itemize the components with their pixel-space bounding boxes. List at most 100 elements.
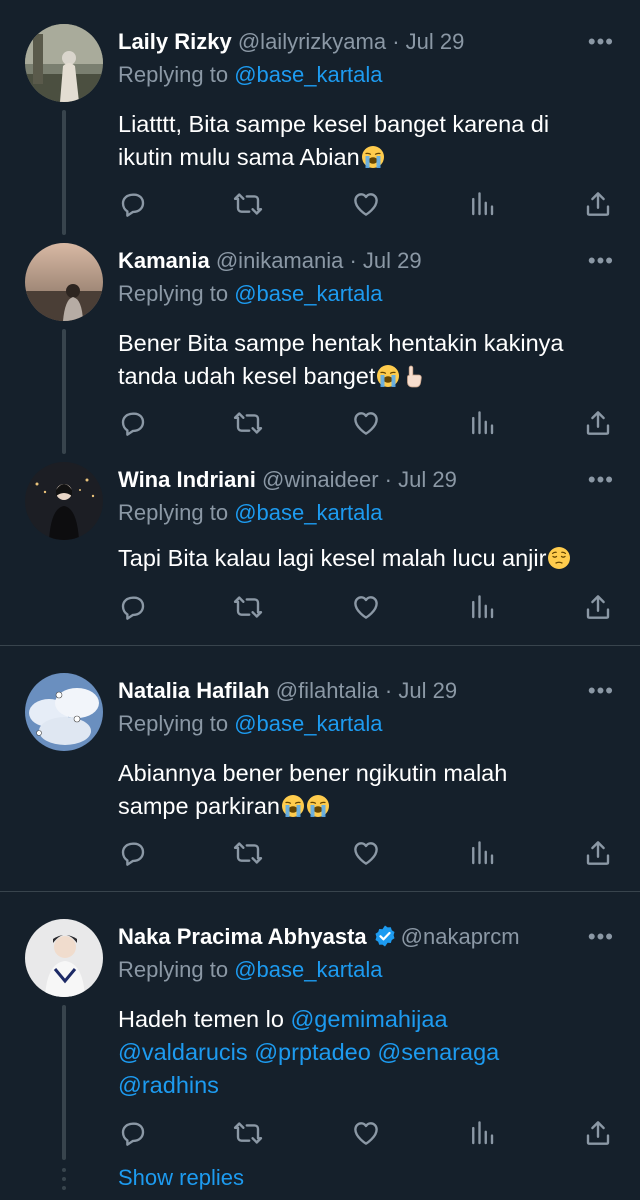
tweet-text-line: Abiannya bener bener ngikutin malah [118,760,508,786]
display-name[interactable]: Natalia Hafilah [118,678,270,703]
analytics-icon[interactable] [467,592,497,622]
tweet-text-line: ikutin mulu sama Abian [118,144,360,170]
reply-icon[interactable] [118,838,148,868]
more-options-icon[interactable]: ••• [588,919,614,955]
more-options-icon[interactable]: ••• [588,462,614,498]
display-name[interactable]: Naka Pracima Abhyasta [118,924,367,949]
replying-prefix: Replying to [118,957,229,982]
mention-link[interactable]: @gemimahijaa [290,1006,447,1032]
analytics-icon[interactable] [467,838,497,868]
loudly-crying-face-icon [376,364,400,388]
tweet-date[interactable]: Jul 29 [406,29,465,54]
avatar[interactable] [25,243,103,321]
thread-line [62,329,66,454]
user-handle[interactable]: @winaideer [262,467,379,492]
action-bar [118,1118,618,1148]
tweet-text-line: @radhins [118,1069,618,1102]
separator-dot: · [384,678,393,703]
tweet-text-prefix: Hadeh temen lo [118,1006,284,1032]
analytics-icon[interactable] [467,1118,497,1148]
loudly-crying-face-icon [281,794,305,818]
reply-icon[interactable] [118,408,148,438]
analytics-icon[interactable] [467,408,497,438]
user-handle[interactable]: @inikamania [216,248,344,273]
tweet-date[interactable]: Jul 29 [398,678,457,703]
retweet-icon[interactable] [233,1118,263,1148]
replying-mention[interactable]: @base_kartala [234,711,382,736]
replying-prefix: Replying to [118,500,229,525]
tweet-text-line: Bener Bita sampe hentak hentakin kakinya [118,330,564,356]
avatar[interactable] [25,673,103,751]
tweet-date[interactable]: Jul 29 [398,467,457,492]
action-bar [118,838,618,868]
divider [0,645,640,646]
replying-mention[interactable]: @base_kartala [234,281,382,306]
like-icon[interactable] [351,592,381,622]
display-name[interactable]: Wina Indriani [118,467,256,492]
share-icon[interactable] [583,592,613,622]
tweet-header: Laily Rizky @lailyrizkyama · Jul 29 [118,24,464,60]
tweet-text-line-with-emoji: Tapi Bita kalau lagi kesel malah lucu an… [118,542,618,575]
tweet-header: Naka Pracima Abhyasta @nakaprcm [118,919,520,955]
loudly-crying-face-icon [306,794,330,818]
mention-link[interactable]: @senaraga [377,1039,499,1065]
tweet-date[interactable]: Jul 29 [363,248,422,273]
retweet-icon[interactable] [233,408,263,438]
like-icon[interactable] [351,408,381,438]
like-icon[interactable] [351,189,381,219]
backhand-index-pointing-up-icon [401,364,425,388]
like-icon[interactable] [351,838,381,868]
mention-link[interactable]: @prptadeo [254,1039,371,1065]
user-handle[interactable]: @lailyrizkyama [238,29,386,54]
reply-icon[interactable] [118,592,148,622]
separator-dot: · [392,29,400,54]
tweet-header: Kamania @inikamania · Jul 29 [118,243,422,279]
tweet-text-line-with-emoji: ikutin mulu sama Abian [118,141,618,174]
reply-icon[interactable] [118,189,148,219]
reply-icon[interactable] [118,1118,148,1148]
tweet-text-line: @valdarucis @prptadeo @senaraga [118,1036,618,1069]
tweet-text: Abiannya bener bener ngikutin malah samp… [118,757,618,823]
retweet-icon[interactable] [233,189,263,219]
share-icon[interactable] [583,189,613,219]
replying-prefix: Replying to [118,711,229,736]
more-options-icon[interactable]: ••• [588,243,614,279]
replying-mention[interactable]: @base_kartala [234,500,382,525]
loudly-crying-face-icon [361,145,385,169]
like-icon[interactable] [351,1118,381,1148]
replying-to: Replying to @base_kartala [118,957,383,983]
display-name[interactable]: Laily Rizky [118,29,232,54]
tweet-text: Liatttt, Bita sampe kesel banget karena … [118,108,618,174]
replying-prefix: Replying to [118,281,229,306]
display-name[interactable]: Kamania [118,248,210,273]
show-replies-link[interactable]: Show replies [118,1165,244,1191]
avatar[interactable] [25,919,103,997]
tweet-header: Wina Indriani @winaideer · Jul 29 [118,462,457,498]
share-icon[interactable] [583,408,613,438]
user-handle[interactable]: @filahtalia [276,678,379,703]
avatar[interactable] [25,24,103,102]
replying-to: Replying to @base_kartala [118,281,383,307]
mention-link[interactable]: @valdarucis [118,1039,248,1065]
tweet-text: Hadeh temen lo @gemimahijaa @valdarucis … [118,1003,618,1102]
share-icon[interactable] [583,1118,613,1148]
action-bar [118,592,618,622]
tweet-text-line: tanda udah kesel banget [118,363,376,389]
action-bar [118,189,618,219]
replying-to: Replying to @base_kartala [118,62,383,88]
analytics-icon[interactable] [467,189,497,219]
tweet-text-line: sampe parkiran [118,793,280,819]
tweet-text: Bener Bita sampe hentak hentakin kakinya… [118,327,618,393]
avatar[interactable] [25,462,103,540]
user-handle[interactable]: @nakaprcm [401,924,520,949]
retweet-icon[interactable] [233,592,263,622]
replying-mention[interactable]: @base_kartala [234,957,382,982]
thread-line [62,1005,66,1160]
more-options-icon[interactable]: ••• [588,673,614,709]
retweet-icon[interactable] [233,838,263,868]
more-options-icon[interactable]: ••• [588,24,614,60]
replying-mention[interactable]: @base_kartala [234,62,382,87]
share-icon[interactable] [583,838,613,868]
mention-link[interactable]: @radhins [118,1072,219,1098]
tweet-header: Natalia Hafilah @filahtalia · Jul 29 [118,673,457,709]
